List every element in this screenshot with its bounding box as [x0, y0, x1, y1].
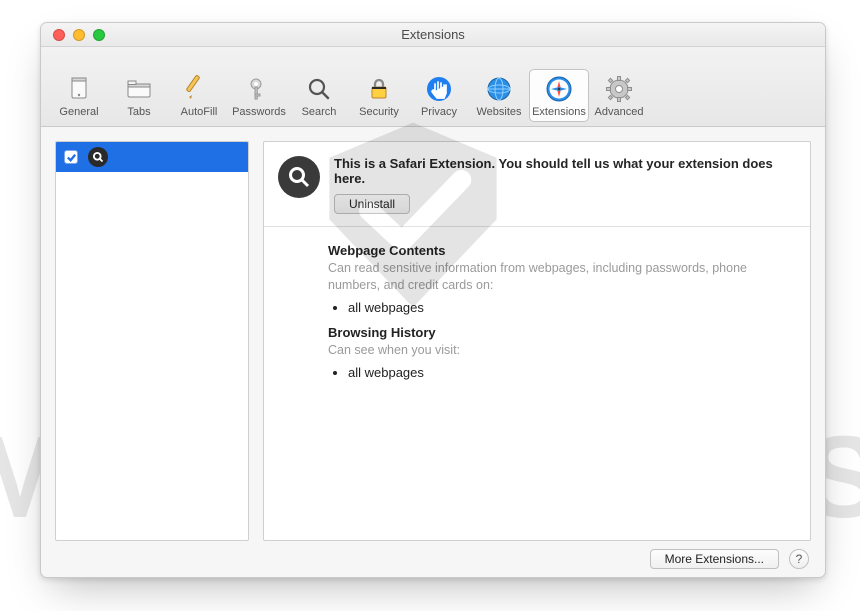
- toolbar-tab-label: Search: [302, 106, 337, 118]
- toolbar-tab-advanced[interactable]: Advanced: [589, 69, 649, 122]
- section-heading: Browsing History: [328, 325, 792, 340]
- hand-icon: [424, 74, 454, 104]
- globe-icon: [484, 74, 514, 104]
- general-icon: [64, 74, 94, 104]
- tabs-icon: [124, 74, 154, 104]
- uninstall-button[interactable]: Uninstall: [334, 194, 410, 214]
- extension-detail-panel: This is a Safari Extension. You should t…: [263, 141, 811, 541]
- toolbar-tab-label: Websites: [476, 106, 521, 118]
- search-icon: [304, 74, 334, 104]
- content-area: This is a Safari Extension. You should t…: [41, 127, 825, 541]
- toolbar-tab-label: Tabs: [127, 106, 150, 118]
- toolbar-tab-label: General: [59, 106, 98, 118]
- toolbar-tab-autofill[interactable]: AutoFill: [169, 69, 229, 122]
- toolbar-tab-privacy[interactable]: Privacy: [409, 69, 469, 122]
- permission-bullet: all webpages: [348, 365, 792, 380]
- preferences-toolbar: General Tabs AutoFill Pass: [41, 47, 825, 127]
- section-subtext: Can see when you visit:: [328, 342, 792, 359]
- toolbar-tab-extensions[interactable]: Extensions: [529, 69, 589, 122]
- section-heading: Webpage Contents: [328, 243, 792, 258]
- compass-icon: [544, 74, 574, 104]
- magnifier-icon: [278, 156, 320, 198]
- preferences-window: Extensions General Tabs: [40, 22, 826, 578]
- section-subtext: Can read sensitive information from webp…: [328, 260, 792, 294]
- toolbar-tab-search[interactable]: Search: [289, 69, 349, 122]
- toolbar-tab-tabs[interactable]: Tabs: [109, 69, 169, 122]
- toolbar-tab-label: Extensions: [532, 106, 586, 118]
- extension-enabled-checkbox[interactable]: [64, 150, 78, 164]
- extension-list-item[interactable]: [56, 142, 248, 172]
- help-button[interactable]: ?: [789, 549, 809, 569]
- footer: More Extensions... ?: [41, 541, 825, 577]
- toolbar-tab-label: Passwords: [232, 106, 286, 118]
- toolbar-tab-label: AutoFill: [181, 106, 218, 118]
- toolbar-tab-label: Security: [359, 106, 399, 118]
- extension-header-section: This is a Safari Extension. You should t…: [264, 142, 810, 227]
- extensions-list: [55, 141, 249, 541]
- more-extensions-button[interactable]: More Extensions...: [650, 549, 779, 569]
- lock-icon: [364, 74, 394, 104]
- autofill-icon: [184, 74, 214, 104]
- permission-bullet: all webpages: [348, 300, 792, 315]
- toolbar-tab-websites[interactable]: Websites: [469, 69, 529, 122]
- gear-icon: [604, 74, 634, 104]
- key-icon: [244, 74, 274, 104]
- extension-description: This is a Safari Extension. You should t…: [334, 156, 794, 186]
- extension-permissions-section: Webpage Contents Can read sensitive info…: [264, 227, 810, 400]
- toolbar-tab-security[interactable]: Security: [349, 69, 409, 122]
- magnifier-icon: [88, 147, 108, 167]
- toolbar-tab-passwords[interactable]: Passwords: [229, 69, 289, 122]
- titlebar: Extensions: [41, 23, 825, 47]
- toolbar-tab-label: Advanced: [595, 106, 644, 118]
- window-title: Extensions: [41, 27, 825, 42]
- toolbar-tab-general[interactable]: General: [49, 69, 109, 122]
- toolbar-tab-label: Privacy: [421, 106, 457, 118]
